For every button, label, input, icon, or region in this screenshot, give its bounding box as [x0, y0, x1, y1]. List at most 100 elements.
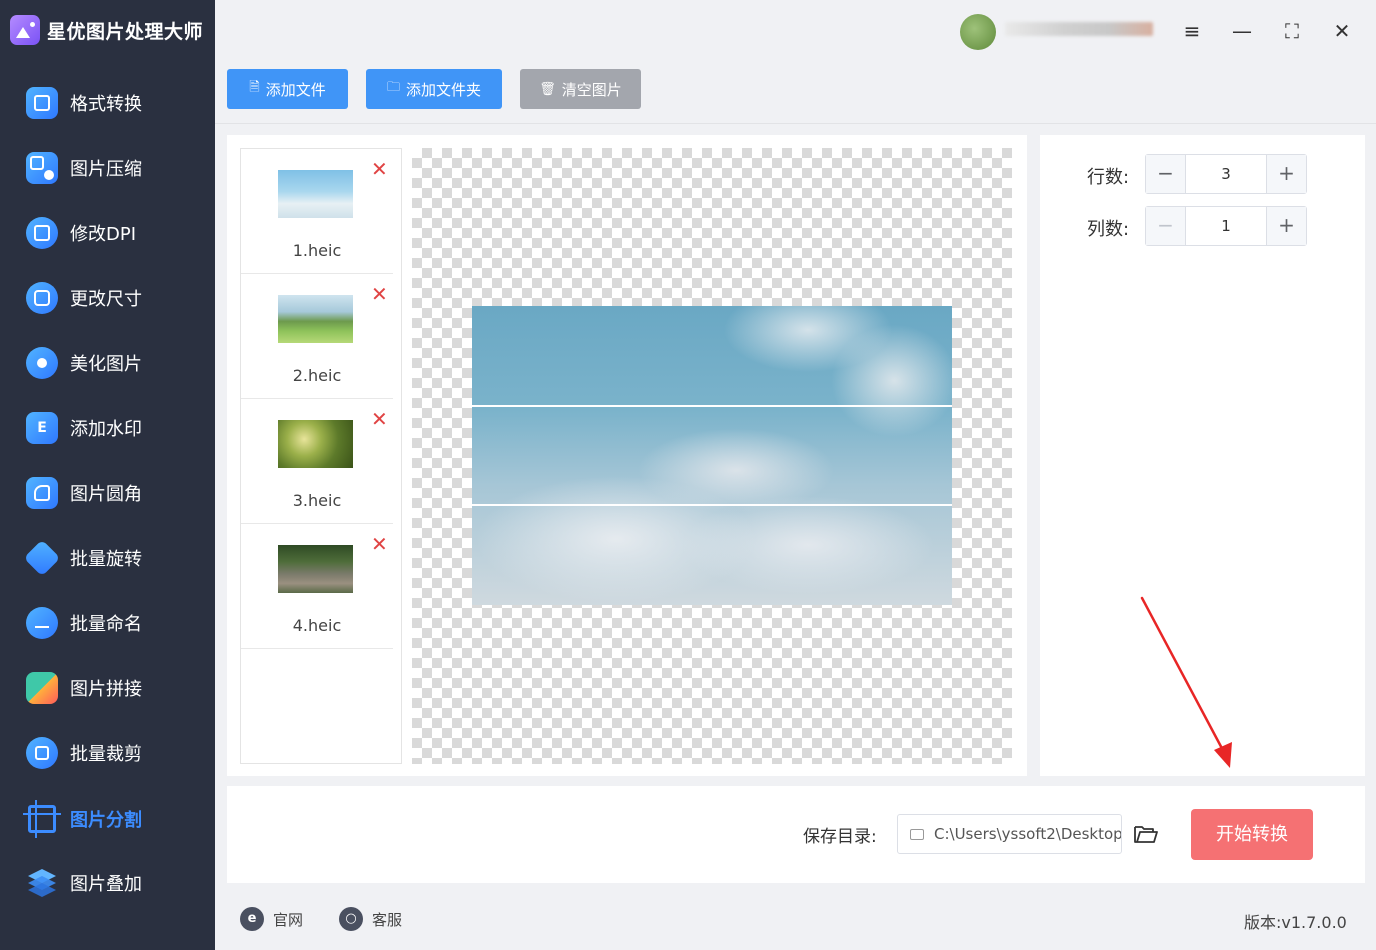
- sidebar-item-round-corner[interactable]: 图片圆角: [0, 468, 215, 518]
- sidebar: 星优图片处理大师 格式转换 图片压缩 修改DPI 更改尺寸 美化图片 E 添加水…: [0, 0, 215, 950]
- toolbar-divider: [215, 123, 1376, 124]
- cols-decrement-button[interactable]: −: [1146, 207, 1186, 245]
- add-file-label: 添加文件: [265, 80, 326, 99]
- red-arrow-annotation-icon: [1140, 596, 1232, 768]
- file-thumbnail: [278, 170, 353, 218]
- add-folder-label: 添加文件夹: [406, 80, 482, 99]
- app-header: 星优图片处理大师: [10, 14, 203, 46]
- cols-value[interactable]: 1: [1186, 207, 1266, 245]
- support-label: 客服: [372, 910, 403, 929]
- sidebar-item-format-convert[interactable]: 格式转换: [0, 78, 215, 128]
- app-logo-icon: [10, 15, 40, 45]
- file-name: 2.heic: [292, 366, 342, 385]
- add-file-button[interactable]: 🗎 添加文件: [227, 69, 348, 109]
- dpi-icon: [26, 217, 58, 249]
- file-icon: 🗎: [249, 80, 260, 95]
- support-link[interactable]: ○ 客服: [339, 907, 402, 931]
- rows-increment-button[interactable]: +: [1266, 155, 1306, 193]
- crop-icon: [26, 737, 58, 769]
- sidebar-item-label: 批量命名: [70, 614, 142, 635]
- list-item[interactable]: ✕ 3.heic: [241, 399, 393, 524]
- folder-icon: 🗀: [386, 80, 400, 95]
- sidebar-item-label: 图片压缩: [70, 159, 142, 180]
- cols-stepper[interactable]: − 1 +: [1145, 206, 1307, 246]
- list-item[interactable]: ✕ 4.heic: [241, 524, 393, 649]
- file-thumbnail: [278, 420, 353, 468]
- file-name: 4.heic: [292, 616, 342, 635]
- resize-icon: [26, 282, 58, 314]
- file-thumbnail: [278, 295, 353, 343]
- clear-images-label: 清空图片: [561, 80, 622, 99]
- file-name: 3.heic: [292, 491, 342, 510]
- preview-image: [472, 306, 952, 605]
- app-title: 星优图片处理大师: [47, 20, 204, 43]
- rows-stepper[interactable]: − 3 +: [1145, 154, 1307, 194]
- cols-increment-button[interactable]: +: [1266, 207, 1306, 245]
- cols-label: 列数:: [1087, 219, 1130, 240]
- file-list[interactable]: ✕ 1.heic ✕ 2.heic ✕ 3.heic ✕ 4.heic: [240, 148, 402, 764]
- save-dir-label: 保存目录:: [803, 827, 877, 847]
- sidebar-item-beautify[interactable]: 美化图片: [0, 338, 215, 388]
- sidebar-item-resize[interactable]: 更改尺寸: [0, 273, 215, 323]
- layers-icon: [26, 867, 58, 899]
- open-folder-icon[interactable]: [1133, 822, 1159, 846]
- sidebar-item-label: 图片拼接: [70, 679, 142, 700]
- split-grid-icon: [23, 800, 61, 838]
- website-link[interactable]: e 官网: [240, 907, 303, 931]
- sidebar-item-label: 添加水印: [70, 419, 142, 440]
- delete-file-icon[interactable]: ✕: [371, 409, 388, 429]
- version-label: 版本:v1.7.0.0: [1244, 913, 1347, 932]
- sidebar-item-split[interactable]: 图片分割: [0, 794, 215, 844]
- puzzle-icon: [26, 672, 58, 704]
- rows-decrement-button[interactable]: −: [1146, 155, 1186, 193]
- sidebar-item-overlay[interactable]: 图片叠加: [0, 858, 215, 908]
- compress-icon: [26, 152, 58, 184]
- website-label: 官网: [273, 910, 304, 929]
- round-corner-icon: [26, 477, 58, 509]
- delete-file-icon[interactable]: ✕: [371, 159, 388, 179]
- sidebar-item-label: 修改DPI: [70, 224, 137, 245]
- preview-canvas: [412, 148, 1012, 764]
- rotate-icon: [23, 539, 61, 577]
- sidebar-item-rename[interactable]: 批量命名: [0, 598, 215, 648]
- sidebar-item-label: 图片分割: [70, 810, 142, 831]
- rows-label: 行数:: [1087, 167, 1130, 188]
- sidebar-item-stitch[interactable]: 图片拼接: [0, 663, 215, 713]
- username-blurred: [1005, 22, 1153, 36]
- sidebar-item-rotate[interactable]: 批量旋转: [0, 533, 215, 583]
- delete-file-icon[interactable]: ✕: [371, 284, 388, 304]
- sidebar-item-dpi[interactable]: 修改DPI: [0, 208, 215, 258]
- beautify-icon: [26, 347, 58, 379]
- sidebar-item-watermark[interactable]: E 添加水印: [0, 403, 215, 453]
- sidebar-item-crop[interactable]: 批量裁剪: [0, 728, 215, 778]
- rows-value[interactable]: 3: [1186, 155, 1266, 193]
- delete-file-icon[interactable]: ✕: [371, 534, 388, 554]
- browser-icon: e: [240, 907, 264, 931]
- sidebar-item-label: 批量旋转: [70, 549, 142, 570]
- sidebar-item-label: 格式转换: [70, 94, 142, 115]
- list-item[interactable]: ✕ 2.heic: [241, 274, 393, 399]
- save-dir-value: C:\Users\yssoft2\Desktop: [934, 825, 1121, 843]
- start-convert-button[interactable]: 开始转换: [1191, 809, 1313, 860]
- image-convert-icon: [26, 87, 58, 119]
- list-item[interactable]: ✕ 1.heic: [241, 149, 393, 274]
- trash-icon: 🗑: [539, 81, 556, 97]
- maximize-icon[interactable]: ⛶: [1277, 16, 1307, 46]
- rename-pen-icon: [26, 607, 58, 639]
- minimize-icon[interactable]: —: [1227, 16, 1257, 46]
- sidebar-item-compress[interactable]: 图片压缩: [0, 143, 215, 193]
- sidebar-item-label: 美化图片: [70, 354, 142, 375]
- file-name: 1.heic: [292, 241, 342, 260]
- close-icon[interactable]: ✕: [1327, 16, 1357, 46]
- split-line: [472, 504, 952, 506]
- chat-support-icon: ○: [339, 907, 363, 931]
- file-thumbnail: [278, 545, 353, 593]
- sidebar-item-label: 批量裁剪: [70, 744, 142, 765]
- sidebar-item-label: 更改尺寸: [70, 289, 142, 310]
- add-folder-button[interactable]: 🗀 添加文件夹: [366, 69, 502, 109]
- save-dir-input[interactable]: C:\Users\yssoft2\Desktop: [897, 814, 1122, 854]
- clear-images-button[interactable]: 🗑 清空图片: [520, 69, 641, 109]
- avatar[interactable]: [960, 14, 996, 50]
- settings-sliders-icon[interactable]: ≡: [1177, 16, 1207, 46]
- watermark-icon: E: [26, 412, 58, 444]
